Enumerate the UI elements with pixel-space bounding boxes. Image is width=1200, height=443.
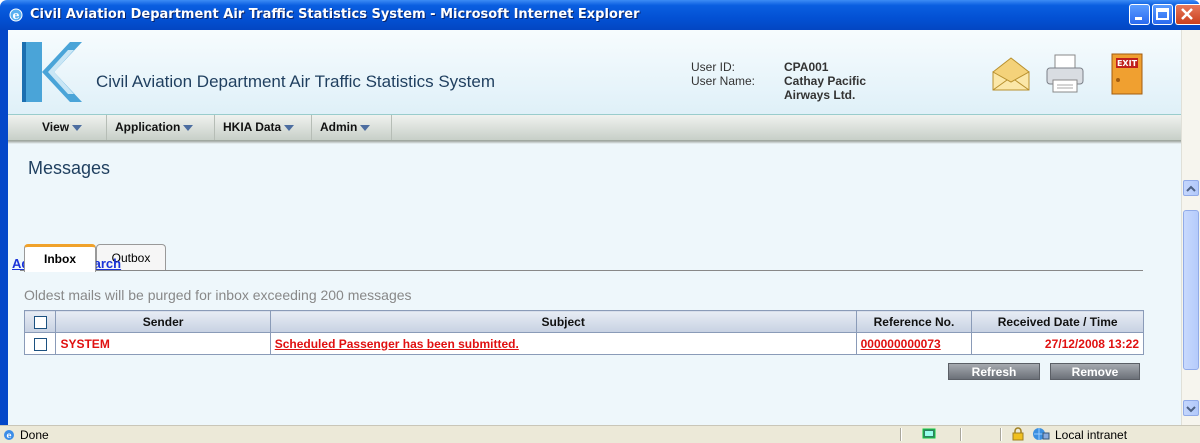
chevron-down-icon: [284, 124, 295, 131]
menu-application[interactable]: Application: [107, 115, 215, 140]
sender-cell: SYSTEM: [55, 332, 271, 355]
chevron-down-icon: [183, 124, 194, 131]
menu-admin-label: Admin: [320, 120, 358, 134]
tab-inbox[interactable]: Inbox: [24, 244, 96, 272]
status-bar: e Done Local intranet: [0, 425, 1200, 443]
menu-hkia-data[interactable]: HKIA Data: [215, 115, 312, 140]
maximize-button[interactable]: [1152, 4, 1173, 25]
app-header: Civil Aviation Department Air Traffic St…: [8, 30, 1181, 115]
remove-button[interactable]: Remove: [1050, 363, 1140, 380]
reference-link[interactable]: 000000000073: [861, 337, 941, 351]
status-divider: [1000, 428, 1002, 441]
exit-sign-text: EXIT: [1117, 59, 1138, 68]
menu-admin[interactable]: Admin: [312, 115, 392, 140]
chevron-down-icon: [1186, 406, 1196, 413]
cad-logo: [22, 42, 82, 102]
window-title: Civil Aviation Department Air Traffic St…: [30, 7, 640, 22]
row-checkbox[interactable]: [33, 337, 47, 351]
main-menubar: View Application HKIA Data Admin: [8, 115, 1181, 141]
user-name-label: User Name:: [691, 74, 756, 88]
window-titlebar[interactable]: e Civil Aviation Department Air Traffic …: [0, 0, 1200, 30]
menu-view[interactable]: View: [34, 115, 107, 140]
page-icon: e: [4, 430, 14, 440]
user-name-value-line2: Airways Ltd.: [784, 88, 856, 102]
scroll-down-button[interactable]: [1183, 400, 1199, 416]
intranet-icon: [1033, 428, 1050, 440]
refresh-button[interactable]: Refresh: [948, 363, 1040, 380]
chevron-up-icon: [1186, 185, 1196, 192]
column-header-reference[interactable]: Reference No.: [855, 310, 973, 333]
row-select-cell: [23, 332, 57, 355]
purge-note: Oldest mails will be purged for inbox ex…: [24, 287, 412, 303]
user-id-value: CPA001: [784, 60, 829, 74]
network-icon: [922, 428, 936, 439]
window-frame-left: [0, 30, 8, 425]
menu-application-label: Application: [115, 120, 181, 134]
column-header-sender[interactable]: Sender: [55, 310, 271, 333]
user-id-label: User ID:: [691, 60, 736, 74]
select-all-checkbox[interactable]: [33, 315, 47, 329]
menubar-shadow: [8, 141, 1181, 144]
select-all-cell: [23, 310, 57, 333]
maximize-icon: [1156, 8, 1169, 20]
vertical-scrollbar[interactable]: [1181, 30, 1200, 425]
printer-icon[interactable]: [1043, 52, 1087, 96]
svg-text:e: e: [13, 9, 20, 22]
exit-door-icon[interactable]: EXIT: [1108, 50, 1148, 96]
envelope-icon[interactable]: [989, 54, 1031, 94]
table-row: SYSTEM Scheduled Passenger has been subm…: [23, 332, 1144, 355]
subject-cell: Scheduled Passenger has been submitted.: [269, 332, 857, 355]
lock-icon: [1012, 427, 1024, 441]
menu-view-label: View: [42, 120, 70, 134]
menu-hkia-data-label: HKIA Data: [223, 120, 282, 134]
zone-text: Local intranet: [1055, 428, 1128, 442]
status-text: Done: [20, 428, 49, 442]
ie-icon: e: [9, 8, 23, 22]
subject-link[interactable]: Scheduled Passenger has been submitted.: [275, 337, 519, 351]
minimize-icon: [1135, 17, 1142, 20]
messages-table: Sender Subject Reference No. Received Da…: [23, 310, 1144, 355]
table-header-row: Sender Subject Reference No. Received Da…: [23, 310, 1144, 333]
status-divider: [960, 428, 962, 441]
svg-text:e: e: [6, 430, 11, 440]
column-header-received[interactable]: Received Date / Time: [971, 310, 1144, 333]
status-divider: [900, 428, 902, 441]
page-title: Messages: [28, 158, 111, 178]
scroll-up-button[interactable]: [1183, 180, 1199, 196]
close-button[interactable]: [1175, 4, 1200, 25]
user-name-value-line1: Cathay Pacific: [784, 74, 867, 88]
browser-viewport: Civil Aviation Department Air Traffic St…: [8, 30, 1181, 425]
received-cell: 27/12/2008 13:22: [971, 332, 1144, 355]
close-icon: [1181, 8, 1193, 20]
tab-divider: [20, 270, 1143, 271]
scroll-thumb[interactable]: [1183, 210, 1199, 370]
minimize-button[interactable]: [1129, 4, 1150, 25]
chevron-down-icon: [72, 124, 83, 131]
column-header-subject[interactable]: Subject: [269, 310, 857, 333]
app-title: Civil Aviation Department Air Traffic St…: [96, 72, 496, 91]
chevron-down-icon: [360, 124, 371, 131]
reference-cell: 000000000073: [855, 332, 973, 355]
